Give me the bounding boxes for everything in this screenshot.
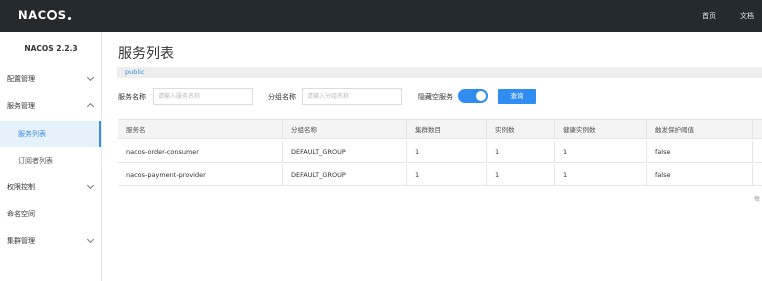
cell-protect-threshold: false xyxy=(646,164,752,185)
column-header-operations xyxy=(752,120,762,138)
cell-healthy-instance-count: 1 xyxy=(554,164,646,185)
column-header-healthy-instance-count: 健康实例数 xyxy=(554,120,646,138)
logo-letter-c: C xyxy=(37,8,47,22)
sidebar-item-config-management[interactable]: 配置管理 xyxy=(0,66,101,92)
service-name-label: 服务名称 xyxy=(118,93,146,101)
cell-group-name: DEFAULT_GROUP xyxy=(282,141,406,162)
cell-protect-threshold: false xyxy=(646,141,752,162)
chevron-up-icon xyxy=(86,102,95,111)
main-content: 服务列表 public 服务名称 请输入服务名称 分组名称 请输入分组名称 隐藏… xyxy=(102,32,762,281)
namespace-link-public[interactable]: public xyxy=(125,67,145,78)
pagination-label: 每 xyxy=(753,196,760,203)
cell-operations xyxy=(752,141,762,162)
sidebar-item-access-control[interactable]: 权限控制 xyxy=(0,174,101,200)
sidebar-item-label: 服务列表 xyxy=(18,130,46,138)
cell-cluster-count: 1 xyxy=(406,164,486,185)
sidebar-item-label: 权限控制 xyxy=(7,183,35,191)
sidebar-item-label: 集群管理 xyxy=(7,237,35,245)
sidebar-item-service-management[interactable]: 服务管理 xyxy=(0,93,101,119)
query-button[interactable]: 查询 xyxy=(498,89,536,104)
chevron-down-icon xyxy=(86,235,95,244)
cell-cluster-count: 1 xyxy=(406,141,486,162)
nav-link-docs[interactable]: 文档 xyxy=(740,11,754,21)
group-name-label: 分组名称 xyxy=(268,93,296,101)
top-nav-links: 首页 文档 xyxy=(678,0,754,32)
column-header-service-name: 服务名 xyxy=(126,126,146,134)
column-header-cluster-count: 集群数目 xyxy=(406,120,486,138)
top-navigation-bar: N A C S 首页 文档 xyxy=(0,0,762,32)
logo-letter-n: N xyxy=(18,8,29,22)
sidebar-item-label: 订阅者列表 xyxy=(18,157,53,165)
logo-letter-a: A xyxy=(28,8,38,22)
sidebar: NACOS 2.2.3 配置管理 服务管理 服务列表 订阅者列表 权限控制 命名… xyxy=(0,32,102,281)
cell-service-name: nacos-order-consumer xyxy=(126,147,199,156)
table-row[interactable]: nacos-order-consumer DEFAULT_GROUP 1 1 1… xyxy=(118,141,762,163)
column-header-instance-count: 实例数 xyxy=(486,120,554,138)
sidebar-item-cluster-management[interactable]: 集群管理 xyxy=(0,228,101,254)
cell-operations xyxy=(752,164,762,185)
logo-letter-s: S xyxy=(57,8,67,22)
table-row[interactable]: nacos-payment-provider DEFAULT_GROUP 1 1… xyxy=(118,164,762,186)
logo-dot-icon xyxy=(67,16,71,20)
nacos-logo[interactable]: N A C S xyxy=(18,8,71,22)
sidebar-item-label: 命名空间 xyxy=(7,210,35,218)
cell-instance-count: 1 xyxy=(486,164,554,185)
sidebar-item-label: 配置管理 xyxy=(7,75,35,83)
chevron-down-icon xyxy=(86,181,95,190)
logo-ring-icon xyxy=(47,10,58,20)
version-label: NACOS 2.2.3 xyxy=(24,44,78,53)
group-name-input[interactable]: 请输入分组名称 xyxy=(302,88,402,105)
cell-instance-count: 1 xyxy=(486,141,554,162)
column-header-group-name: 分组名称 xyxy=(282,120,406,138)
sidebar-item-service-list[interactable]: 服务列表 xyxy=(0,121,101,147)
cell-group-name: DEFAULT_GROUP xyxy=(282,164,406,185)
cell-healthy-instance-count: 1 xyxy=(554,141,646,162)
column-header-protect-threshold: 触发保护阈值 xyxy=(646,120,752,138)
toggle-knob xyxy=(476,91,486,101)
sidebar-item-label: 服务管理 xyxy=(7,102,35,110)
hide-empty-services-toggle[interactable] xyxy=(458,89,488,103)
page-title: 服务列表 xyxy=(118,46,174,62)
sidebar-item-subscriber-list[interactable]: 订阅者列表 xyxy=(0,148,101,174)
service-name-input[interactable]: 请输入服务名称 xyxy=(153,88,253,105)
table-header: 服务名 分组名称 集群数目 实例数 健康实例数 触发保护阈值 xyxy=(118,119,762,139)
chevron-down-icon xyxy=(86,73,95,82)
cell-service-name: nacos-payment-provider xyxy=(126,170,206,179)
nav-link-home[interactable]: 首页 xyxy=(702,11,716,21)
sidebar-item-namespace[interactable]: 命名空间 xyxy=(0,201,101,227)
hide-empty-services-label: 隐藏空服务 xyxy=(418,93,453,101)
namespace-bar: public xyxy=(117,67,762,78)
